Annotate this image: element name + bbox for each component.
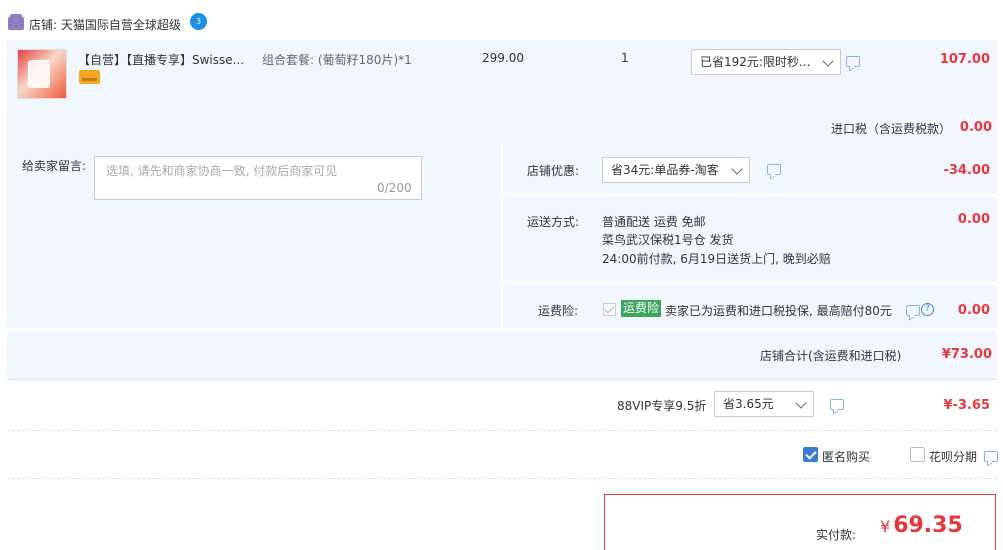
shipping-method: 普通配送 运费 免邮	[602, 215, 706, 229]
import-tax-value: 0.00	[959, 120, 992, 135]
insurance-badge: 运费险	[621, 300, 662, 317]
vip-select[interactable]: 省3.65元	[714, 391, 814, 417]
insurance-amount: 0.00	[957, 303, 990, 318]
insurance-text: 卖家已为运费和进口税投保, 最高赔付80元	[665, 304, 892, 318]
huabei-label[interactable]: 花呗分期	[929, 448, 977, 465]
promo-select-value: 已省192元:限时秒...	[700, 55, 811, 69]
anonymous-checkbox[interactable]	[803, 447, 818, 462]
comment-icon[interactable]	[830, 399, 844, 410]
memo-label: 给卖家留言:	[22, 159, 87, 173]
huabei-checkbox[interactable]	[910, 447, 925, 462]
payment-amount: ¥69.35	[880, 513, 963, 538]
shop-coupon-label: 店铺优惠:	[527, 164, 580, 178]
promo-select[interactable]: 已省192元:限时秒...	[691, 49, 841, 75]
chevron-down-icon	[822, 55, 834, 67]
insurance-checkbox	[603, 303, 616, 316]
vip-discount-label: 88VIP专享9.5折	[617, 399, 707, 413]
vip-discount-amount: ¥-3.65	[943, 398, 990, 413]
unit-price: 299.00	[482, 51, 524, 65]
product-title[interactable]: 【自营】【直播专享】Swisse...	[78, 51, 250, 68]
comment-icon[interactable]	[767, 164, 781, 175]
memo-char-count: 0/200	[377, 181, 412, 195]
comment-icon[interactable]	[984, 451, 998, 462]
chat-icon[interactable]: 3	[190, 13, 207, 30]
quantity: 1	[621, 51, 629, 65]
payment-amount-value: 69.35	[893, 513, 963, 538]
chevron-down-icon	[731, 163, 743, 175]
shop-coupon-value: 省34元:单品券-淘客	[611, 163, 719, 177]
shipping-amount: 0.00	[957, 212, 990, 227]
shop-coupon-select[interactable]: 省34元:单品券-淘客	[602, 157, 750, 183]
shop-total-amount: ¥73.00	[941, 347, 992, 362]
divider	[7, 478, 997, 479]
product-spec: 组合套餐: (葡萄籽180片)*1	[262, 53, 412, 67]
vip-select-value: 省3.65元	[723, 397, 774, 411]
shipping-delivery-note: 24:00前付款, 6月19日送货上门, 晚到必赔	[602, 252, 831, 266]
shop-coupon-amount: -34.00	[943, 163, 990, 178]
comment-icon[interactable]	[846, 56, 860, 67]
shop-total-label: 店铺合计(含运费和进口税)	[760, 349, 902, 363]
item-amount: 107.00	[939, 52, 990, 67]
shipping-label: 运送方式:	[527, 215, 580, 229]
payment-label: 实付款:	[816, 528, 857, 542]
divider	[7, 430, 997, 431]
shipping-warehouse: 菜鸟武汉保税1号仓 发货	[602, 233, 734, 247]
chevron-down-icon	[795, 397, 807, 409]
shop-icon	[8, 14, 24, 30]
memo-placeholder: 选填, 请先和商家协商一致, 付款后商家可见	[106, 164, 338, 178]
shipping-panel	[503, 196, 997, 282]
insurance-label: 运费险:	[538, 304, 579, 318]
credit-card-icon	[79, 70, 100, 84]
shop-name[interactable]: 店铺: 天猫国际自营全球超级	[29, 16, 181, 33]
product-thumbnail[interactable]	[17, 49, 67, 99]
anonymous-label[interactable]: 匿名购买	[822, 448, 870, 465]
currency-symbol: ¥	[880, 517, 891, 536]
